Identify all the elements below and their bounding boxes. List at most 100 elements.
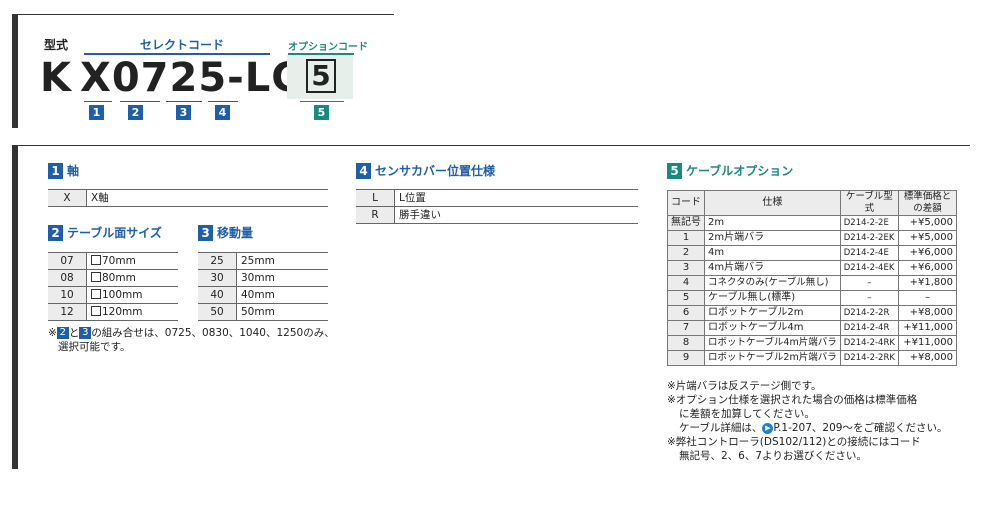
cable-code-cell: 6 bbox=[667, 305, 705, 321]
table-row: 25 25mm bbox=[198, 252, 328, 270]
table-row: 7 ロボットケーブル4m D214-2-4R +¥11,000 bbox=[667, 320, 958, 336]
table-row: 1 2m片端バラ D214-2-2EK +¥5,000 bbox=[667, 230, 958, 246]
option-slot: 5 bbox=[306, 59, 336, 93]
top-rule bbox=[12, 14, 394, 15]
cable-spec-cell: コネクタのみ(ケーブル無し) bbox=[704, 275, 841, 291]
section-4-heading: 4 センサカバー位置仕様 bbox=[356, 162, 495, 179]
cable-code-cell: 8 bbox=[667, 335, 705, 351]
table-row: 2 4m D214-2-4E +¥6,000 bbox=[667, 245, 958, 261]
cable-price-cell: +¥8,000 bbox=[897, 350, 958, 366]
model-label: 型式 bbox=[44, 38, 69, 52]
slot-underline-1 bbox=[84, 101, 112, 102]
cable-option-table: コード 仕様 ケーブル型式 標準価格との差額 無記号 2m D214-2-2E +¥5… bbox=[667, 190, 958, 366]
table-row: 3 4m片端バラ D214-2-4EK +¥6,000 bbox=[667, 260, 958, 276]
cable-price-cell: +¥1,800 bbox=[897, 275, 958, 291]
cable-model-cell: – bbox=[839, 290, 899, 306]
cable-model-cell: D214-2-4EK bbox=[839, 260, 899, 276]
note-combination: ※ 2 と 3 の組み合せは、0725、0830、1040、1250のみ、 選択可能です… bbox=[48, 327, 335, 353]
cable-spec-cell: ロボットケーブル4m片端バラ bbox=[704, 335, 841, 351]
cable-spec-cell: ロボットケーブル2m bbox=[704, 305, 841, 321]
slot-4-badge: 4 bbox=[215, 105, 230, 120]
cable-model-cell: D214-2-4R bbox=[839, 320, 899, 336]
cable-model-cell: D214-2-4E bbox=[839, 245, 899, 261]
slot-underline-2 bbox=[120, 101, 160, 102]
table-row: 40 40mm bbox=[198, 286, 328, 304]
table-row: R 勝手違い bbox=[356, 206, 638, 224]
table-row: 08 80mm bbox=[48, 269, 178, 287]
table-row: 9 ロボットケーブル2m片端バラ D214-2-2RK +¥8,000 bbox=[667, 350, 958, 366]
cable-model-cell: – bbox=[839, 275, 899, 291]
cable-spec-cell: 2m片端バラ bbox=[704, 230, 841, 246]
square-icon bbox=[91, 306, 101, 316]
cable-model-cell: D214-2-4RK bbox=[839, 335, 899, 351]
model-prefix: K bbox=[40, 55, 72, 101]
cable-price-cell: +¥11,000 bbox=[897, 320, 958, 336]
cable-code-cell: 1 bbox=[667, 230, 705, 246]
table-row: 5 ケーブル無し(標準) – – bbox=[667, 290, 958, 306]
page-reference-link[interactable]: P.1-207、209〜をご確認ください。 bbox=[773, 422, 947, 434]
table-row: 8 ロボットケーブル4m片端バラ D214-2-4RK +¥11,000 bbox=[667, 335, 958, 351]
cable-price-cell: +¥5,000 bbox=[897, 230, 958, 246]
slot-5-badge: 5 bbox=[314, 105, 329, 120]
table-row: 6 ロボットケーブル2m D214-2-2R +¥8,000 bbox=[667, 305, 958, 321]
cable-spec-cell: ロボットケーブル2m片端バラ bbox=[704, 350, 841, 366]
section-1-heading: 1軸 bbox=[48, 162, 79, 179]
cable-spec-cell: 4m bbox=[704, 245, 841, 261]
cable-code-cell: 2 bbox=[667, 245, 705, 261]
section-2-table: 07 70mm 08 80mm 10 100mm 12 120mm bbox=[48, 252, 178, 321]
table-row: 50 50mm bbox=[198, 303, 328, 321]
table-row: 10 100mm bbox=[48, 286, 178, 304]
table-row: L L位置 bbox=[356, 189, 638, 207]
cable-price-cell: – bbox=[897, 290, 958, 306]
slot-underline-4 bbox=[208, 101, 238, 102]
slot-underline-5 bbox=[300, 101, 344, 102]
section-3-heading: 3 移動量 bbox=[198, 224, 253, 241]
table-row: 12 120mm bbox=[48, 303, 178, 321]
select-code-label: セレクトコード bbox=[140, 38, 225, 52]
cable-notes: ※片端バラは反ステージ側です。 ※オプション仕様を選択された場合の価格は標準価格… bbox=[667, 380, 948, 462]
cable-code-cell: 無記号 bbox=[667, 215, 705, 231]
cable-price-cell: +¥5,000 bbox=[897, 215, 958, 231]
bottom-rule bbox=[12, 145, 970, 146]
square-icon bbox=[91, 255, 101, 265]
table-row: 30 30mm bbox=[198, 269, 328, 287]
cable-code-cell: 4 bbox=[667, 275, 705, 291]
table-row: 4 コネクタのみ(ケーブル無し) – +¥1,800 bbox=[667, 275, 958, 291]
note-badge-3: 3 bbox=[79, 327, 92, 339]
cable-model-cell: D214-2-2EK bbox=[839, 230, 899, 246]
slot-3-badge: 3 bbox=[176, 105, 191, 120]
cable-model-cell: D214-2-2E bbox=[839, 215, 899, 231]
cable-price-cell: +¥8,000 bbox=[897, 305, 958, 321]
top-left-bar bbox=[12, 14, 18, 128]
page-arrow-icon: ▶ bbox=[762, 422, 774, 434]
cable-price-cell: +¥6,000 bbox=[897, 245, 958, 261]
cable-code-cell: 3 bbox=[667, 260, 705, 276]
table-header-row: コード 仕様 ケーブル型式 標準価格との差額 bbox=[667, 190, 958, 216]
slot-1-badge: 1 bbox=[89, 105, 104, 120]
option-code-label: オプションコード bbox=[288, 42, 368, 53]
cable-spec-cell: 4m片端バラ bbox=[704, 260, 841, 276]
cable-code-cell: 9 bbox=[667, 350, 705, 366]
square-icon bbox=[91, 272, 101, 282]
slot-underline-3 bbox=[166, 101, 202, 102]
cable-price-cell: +¥6,000 bbox=[897, 260, 958, 276]
square-icon bbox=[91, 289, 101, 299]
section-5-heading: 5 ケーブルオプション bbox=[667, 162, 793, 179]
cable-code-cell: 7 bbox=[667, 320, 705, 336]
note-badge-2: 2 bbox=[56, 327, 69, 339]
cable-code-cell: 5 bbox=[667, 290, 705, 306]
slot-2-badge: 2 bbox=[128, 105, 143, 120]
table-row: X X軸 bbox=[48, 189, 328, 207]
bottom-left-bar bbox=[12, 145, 18, 469]
cable-spec-cell: ケーブル無し(標準) bbox=[704, 290, 841, 306]
cable-model-cell: D214-2-2RK bbox=[839, 350, 899, 366]
cable-price-cell: +¥11,000 bbox=[897, 335, 958, 351]
model-code: X0725-LG bbox=[80, 55, 306, 101]
cable-model-cell: D214-2-2R bbox=[839, 305, 899, 321]
section-3-table: 25 25mm 30 30mm 40 40mm 50 50mm bbox=[198, 252, 328, 321]
section-4-table: L L位置 R 勝手違い bbox=[356, 189, 638, 224]
table-row: 無記号 2m D214-2-2E +¥5,000 bbox=[667, 215, 958, 231]
section-2-heading: 2 テーブル面サイズ bbox=[48, 224, 162, 241]
cable-spec-cell: ロボットケーブル4m bbox=[704, 320, 841, 336]
section-1-table: X X軸 bbox=[48, 189, 328, 207]
